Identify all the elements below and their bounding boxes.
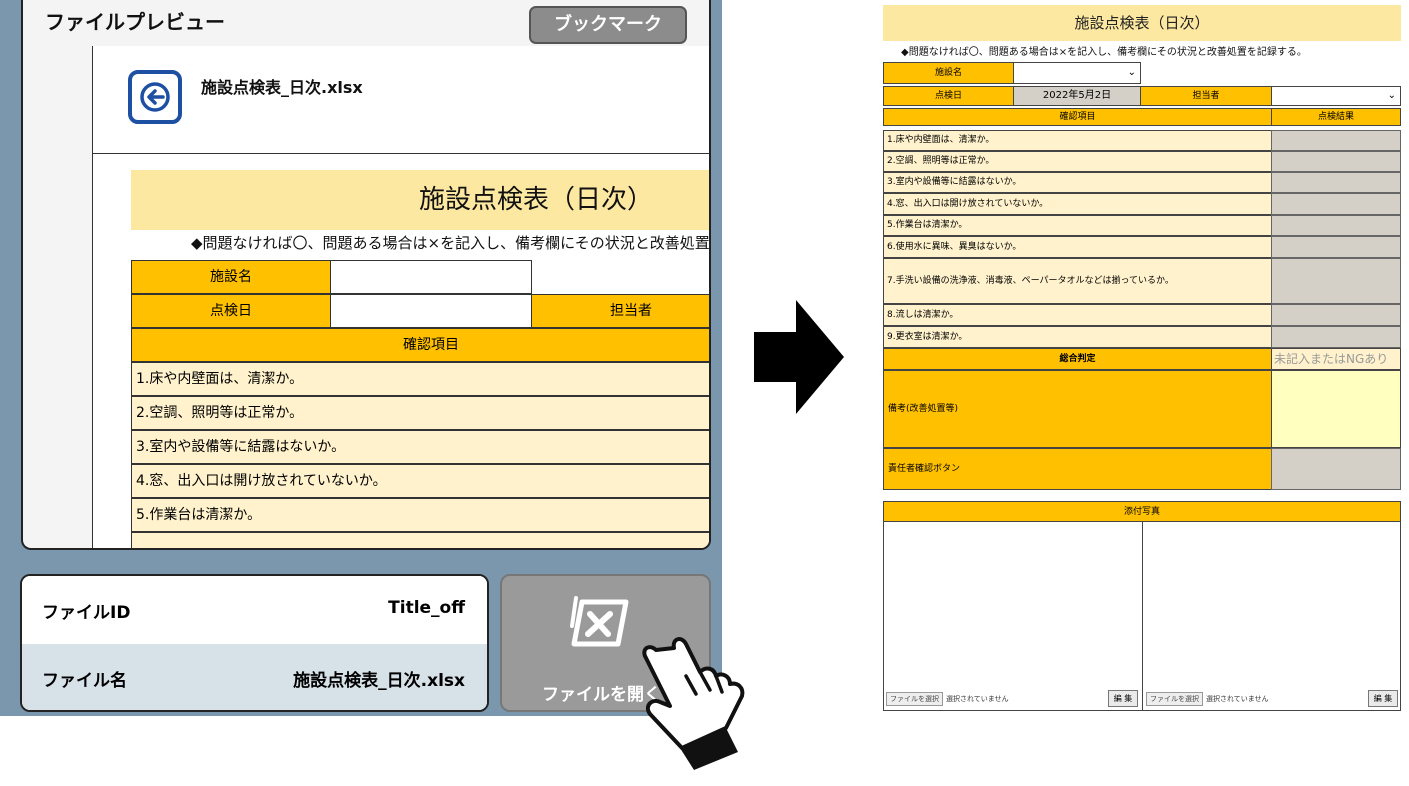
manager-confirm-button[interactable]: [1271, 448, 1401, 490]
preview-check-item: 2.空調、照明等は正常か。: [131, 396, 709, 430]
date-field[interactable]: 2022年5月2日: [1013, 86, 1141, 106]
check-item: 2.空調、照明等は正常か。: [883, 151, 1272, 172]
staff-label: 担当者: [1140, 86, 1272, 106]
result-cell[interactable]: [1271, 304, 1401, 326]
preview-check-item-partial: [131, 532, 709, 548]
edit-button[interactable]: 編 集: [1368, 690, 1398, 707]
excel-file-icon: [570, 596, 629, 647]
table-row: 2.空調、照明等は正常か。: [131, 396, 709, 430]
photo-header: 添付写真: [884, 502, 1400, 522]
preview-date-label: 点検日: [131, 294, 331, 328]
edit-button[interactable]: 編 集: [1108, 690, 1138, 707]
sheet-title: 施設点検表（日次）: [883, 5, 1401, 41]
back-arrow-icon: [140, 82, 170, 112]
manager-confirm-label: 責任者確認ボタン: [883, 448, 1272, 490]
check-item: 5.作業台は清潔か。: [883, 215, 1272, 236]
preview-sheet: 施設点検表（日次） ◆問題なければ〇、問題ある場合は×を記入し、備考欄にその状況…: [131, 170, 710, 548]
check-item: 1.床や内壁面は、清潔か。: [883, 130, 1272, 151]
back-button[interactable]: [128, 70, 182, 124]
file-id-row: ファイルID Title_off: [22, 576, 487, 642]
facility-label: 施設名: [883, 62, 1014, 84]
photo-file-input-1[interactable]: ファイルを選択 選択されていません: [886, 690, 1009, 708]
preview-check-item: 4.窓、出入口は開け放されていないか。: [131, 464, 709, 498]
result-cell[interactable]: [1271, 130, 1401, 151]
overall-label: 総合判定: [883, 348, 1272, 370]
photo-file-input-2[interactable]: ファイルを選択 選択されていません: [1146, 690, 1269, 708]
preview-row-facility: 施設名: [131, 260, 709, 294]
preview-row-check-header: 確認項目: [131, 328, 709, 362]
check-item: 8.流しは清潔か。: [883, 304, 1272, 326]
check-item: 4.窓、出入口は開け放されていないか。: [883, 193, 1272, 215]
result-header: 点検結果: [1271, 108, 1401, 126]
file-name-label: ファイル名: [42, 671, 127, 691]
preview-staff-label: 担当者: [531, 294, 709, 328]
preview-check-item: 5.作業台は清潔か。: [131, 498, 709, 532]
file-preview-header: 施設点検表_日次.xlsx: [93, 46, 709, 154]
photo-attachment-area: 添付写真 ファイルを選択 選択されていません 編 集 ファイルを選択 選択されて…: [883, 501, 1401, 711]
file-preview-viewer: 施設点検表_日次.xlsx 施設点検表（日次） ◆問題なければ〇、問題ある場合は…: [92, 46, 710, 548]
result-cell[interactable]: [1271, 236, 1401, 258]
chevron-down-icon: ⌄: [1127, 67, 1136, 78]
hand-pointer-icon: [642, 637, 745, 770]
preview-file-name: 施設点検表_日次.xlsx: [201, 78, 363, 97]
preview-row-date: 点検日 担当者: [131, 294, 709, 328]
sheet-note: ◆問題なければ〇、問題ある場合は×を記入し、備考欄にその状況と改善処置を記録する…: [901, 47, 1307, 58]
file-id-value: Title_off: [388, 598, 465, 618]
date-label: 点検日: [883, 86, 1014, 106]
photo-divider: [1142, 522, 1143, 710]
result-cell[interactable]: [1271, 258, 1401, 304]
preview-facility-label: 施設名: [131, 260, 331, 294]
preview-title: ファイルプレビュー: [45, 10, 225, 34]
chevron-down-icon: ⌄: [1387, 90, 1396, 101]
file-name-row: ファイル名 施設点検表_日次.xlsx: [22, 644, 487, 710]
remarks-input[interactable]: [1271, 370, 1401, 448]
preview-check-header: 確認項目: [131, 328, 709, 362]
preview-check-item: 3.室内や設備等に結露はないか。: [131, 430, 709, 464]
preview-sheet-note: ◆問題なければ〇、問題ある場合は×を記入し、備考欄にその状況と改善処置: [191, 234, 710, 252]
file-none-text: 選択されていません: [946, 695, 1009, 703]
result-cell[interactable]: [1271, 193, 1401, 215]
file-info-panel: ファイルID Title_off ファイル名 施設点検表_日次.xlsx: [20, 574, 489, 712]
facility-select[interactable]: ⌄: [1013, 62, 1141, 84]
result-cell[interactable]: [1271, 215, 1401, 236]
table-row: 4.窓、出入口は開け放されていないか。: [131, 464, 709, 498]
remarks-label: 備考(改善処置等): [883, 370, 1272, 448]
table-row: 3.室内や設備等に結露はないか。: [131, 430, 709, 464]
table-row: 1.床や内壁面は、清潔か。: [131, 362, 709, 396]
check-item: 9.更衣室は清潔か。: [883, 326, 1272, 348]
preview-facility-value: [330, 260, 532, 294]
preview-date-value: [330, 294, 532, 328]
arrow-right-icon: [754, 300, 844, 414]
result-cell[interactable]: [1271, 172, 1401, 193]
result-cell[interactable]: [1271, 151, 1401, 172]
check-header: 確認項目: [883, 108, 1272, 126]
result-cell[interactable]: [1271, 326, 1401, 348]
excel-sheet: 施設点検表（日次） ◆問題なければ〇、問題ある場合は×を記入し、備考欄にその状況…: [883, 5, 1401, 711]
file-pick-button[interactable]: ファイルを選択: [886, 692, 943, 706]
check-item: 6.使用水に異味、異臭はないか。: [883, 236, 1272, 258]
file-name-value: 施設点検表_日次.xlsx: [293, 671, 465, 691]
preview-sheet-title: 施設点検表（日次）: [131, 170, 709, 230]
staff-select[interactable]: ⌄: [1271, 86, 1401, 106]
table-row: 5.作業台は清潔か。: [131, 498, 709, 532]
file-id-label: ファイルID: [42, 603, 131, 623]
check-item: 3.室内や設備等に結露はないか。: [883, 172, 1272, 193]
file-pick-button[interactable]: ファイルを選択: [1146, 692, 1203, 706]
preview-check-item: 1.床や内壁面は、清潔か。: [131, 362, 709, 396]
overall-value: 未記入またはNGあり: [1271, 348, 1401, 370]
bookmark-button[interactable]: ブックマーク: [529, 6, 687, 44]
file-none-text: 選択されていません: [1206, 695, 1269, 703]
file-preview-panel: ファイルプレビュー ブックマーク 施設点検表_日次.xlsx 施設点検表（日次）…: [21, 0, 711, 550]
table-row: [131, 532, 709, 548]
check-item: 7.手洗い設備の洗浄液、消毒液、ペーパータオルなどは揃っているか。: [883, 258, 1272, 304]
